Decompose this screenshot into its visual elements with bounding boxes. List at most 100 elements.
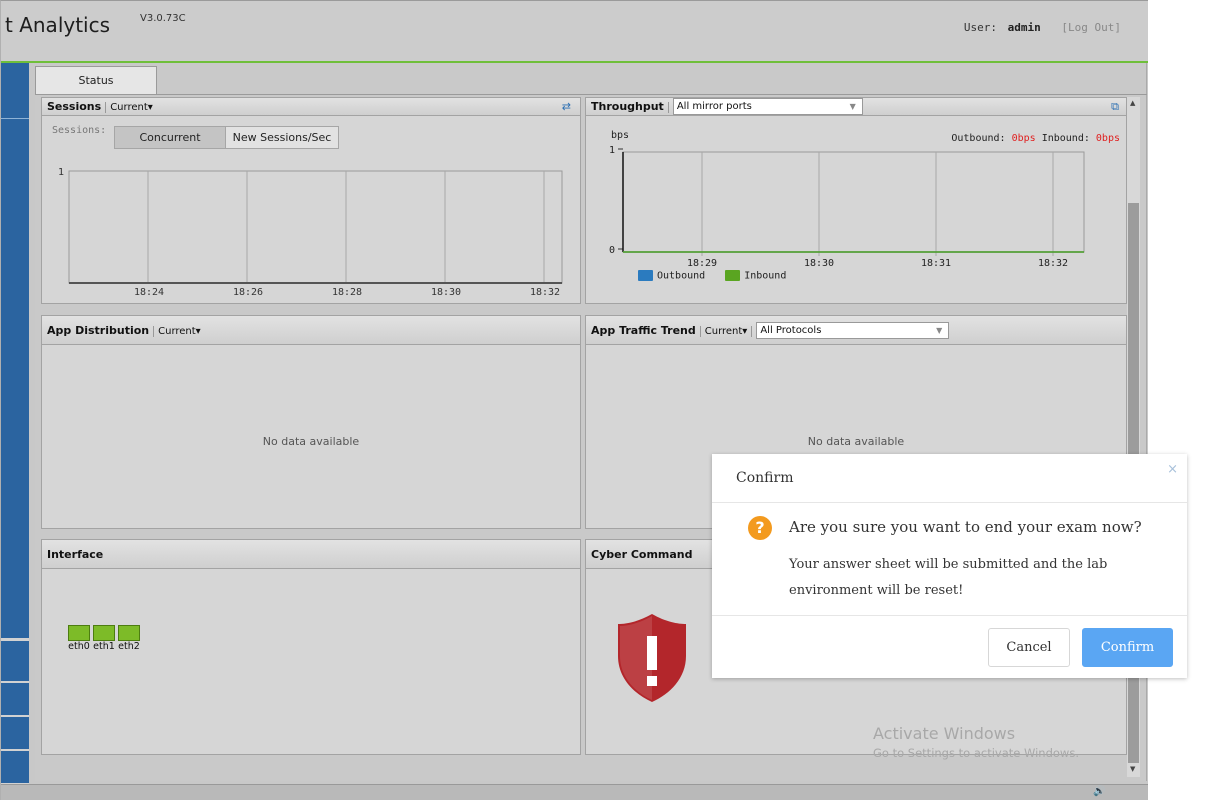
ethernet-port-icon — [118, 625, 140, 641]
sessions-period-dropdown[interactable]: Current▾ — [110, 102, 153, 113]
speaker-icon[interactable]: 🔊 — [1093, 786, 1105, 797]
throughput-chart: bps 1 0 18:29 18:30 18:31 18:32 — [609, 130, 1085, 269]
separator — [105, 101, 107, 113]
app-traffic-header: App Traffic Trend Current▾ All Protocols ▼ — [586, 316, 1126, 345]
sessions-panel: Sessions Current▾ ⇄ Sessions: Concurrent … — [41, 97, 581, 304]
ethernet-port-icon — [93, 625, 115, 641]
chevron-down-icon: ▼ — [936, 326, 943, 335]
dialog-detail: Your answer sheet will be submitted and … — [789, 557, 1108, 598]
interface-ports: eth0 eth1 eth2 — [67, 625, 141, 652]
tab-strip-divider — [35, 94, 1147, 95]
dialog-divider — [712, 615, 1187, 616]
y-tick-label: 1 — [58, 167, 64, 178]
windows-activation-watermark: Activate Windows Go to Settings to activ… — [873, 724, 1079, 760]
dialog-title: Confirm — [736, 470, 794, 486]
sessions-chart: 18:24 18:26 18:28 18:30 18:32 1 — [58, 167, 563, 298]
panel-title: Interface — [47, 548, 104, 561]
warning-shield-icon — [618, 614, 686, 702]
app-window: t Analytics V3.0.73C User: admin [Log Ou… — [0, 0, 1148, 800]
protocol-select[interactable]: All Protocols ▼ — [756, 322, 950, 339]
sidebar-item[interactable] — [1, 751, 29, 783]
new-sessions-toggle[interactable]: New Sessions/Sec — [225, 126, 339, 149]
throughput-legend: Outbound Inbound — [638, 270, 786, 282]
x-tick-label: 18:31 — [921, 258, 951, 269]
panel-title: Throughput — [591, 100, 664, 113]
scroll-down-icon[interactable]: ▼ — [1130, 765, 1135, 773]
legend-label-outbound: Outbound — [657, 270, 706, 282]
port-label: eth0 — [68, 641, 90, 652]
refresh-icon[interactable]: ⇄ — [562, 98, 571, 115]
close-icon[interactable]: × — [1167, 462, 1178, 477]
throughput-panel-header: Throughput All mirror ports ▼ ⧉ — [586, 98, 1126, 116]
empty-state-text: No data available — [262, 435, 360, 448]
confirm-button[interactable]: Confirm — [1082, 628, 1173, 667]
logout-link[interactable]: [Log Out] — [1061, 21, 1121, 34]
sidebar-nav-panel[interactable] — [1, 63, 29, 638]
y-axis-label: bps — [611, 130, 629, 141]
tab-status[interactable]: Status — [35, 66, 157, 95]
dialog-divider — [712, 502, 1187, 503]
legend-label-inbound: Inbound — [744, 270, 787, 282]
y-tick-label: 0 — [609, 245, 615, 256]
separator — [699, 325, 701, 337]
x-tick-label: 18:30 — [804, 258, 834, 269]
x-tick-label: 18:28 — [332, 287, 362, 298]
interface-panel: Interface eth0 eth1 eth2 — [41, 539, 581, 755]
port-eth1[interactable]: eth1 — [92, 625, 116, 652]
sidebar-item[interactable] — [1, 717, 29, 749]
separator — [153, 325, 155, 337]
legend-swatch-inbound — [725, 270, 741, 281]
throughput-panel: Throughput All mirror ports ▼ ⧉ Outbound: … — [585, 97, 1127, 304]
header: t Analytics V3.0.73C User: admin [Log Ou… — [1, 1, 1148, 63]
cancel-button[interactable]: Cancel — [988, 628, 1070, 667]
separator — [751, 325, 753, 337]
sessions-panel-header: Sessions Current▾ ⇄ — [42, 98, 580, 116]
app-version: V3.0.73C — [140, 13, 186, 24]
port-label: eth1 — [93, 641, 115, 652]
separator — [667, 101, 669, 113]
dialog-message: Are you sure you want to end your exam n… — [789, 518, 1142, 536]
watermark-subtitle: Go to Settings to activate Windows. — [873, 746, 1079, 760]
app-title: t Analytics — [5, 13, 111, 37]
bottom-status-bar: 🔊 — [1, 784, 1148, 800]
x-tick-label: 18:32 — [1038, 258, 1068, 269]
ethernet-port-icon — [68, 625, 90, 641]
panel-title: App Traffic Trend — [591, 324, 696, 337]
app-distribution-header: App Distribution Current▾ — [42, 316, 580, 345]
user-area: User: admin [Log Out] — [964, 21, 1121, 34]
port-label: eth2 — [118, 641, 140, 652]
sidebar-item[interactable] — [1, 641, 29, 681]
user-name: admin — [1007, 21, 1041, 34]
x-tick-label: 18:29 — [687, 258, 717, 269]
app-traffic-period-dropdown[interactable]: Current▾ — [705, 326, 748, 337]
app-distribution-period-dropdown[interactable]: Current▾ — [158, 326, 201, 337]
sidebar-item[interactable] — [1, 683, 29, 715]
protocol-select-value: All Protocols — [760, 325, 822, 336]
panel-title: App Distribution — [47, 324, 150, 337]
interface-header: Interface — [42, 540, 580, 569]
x-tick-label: 18:26 — [233, 287, 263, 298]
left-sidebar — [1, 63, 29, 800]
panel-title: Sessions — [47, 100, 102, 113]
question-icon: ? — [748, 516, 772, 540]
sidebar-divider — [1, 118, 29, 119]
x-tick-label: 18:32 — [530, 287, 560, 298]
empty-state-text: No data available — [807, 435, 905, 448]
watermark-title: Activate Windows — [873, 724, 1016, 743]
port-eth2[interactable]: eth2 — [117, 625, 141, 652]
panel-title: Cyber Command — [591, 548, 693, 561]
plot-area — [68, 170, 563, 284]
plot-area — [622, 151, 1085, 253]
mirror-port-select[interactable]: All mirror ports ▼ — [672, 98, 863, 115]
concurrent-toggle[interactable]: Concurrent — [114, 126, 226, 149]
chevron-down-icon: ▼ — [849, 102, 856, 111]
port-eth0[interactable]: eth0 — [67, 625, 91, 652]
screen-margin — [1148, 0, 1209, 800]
user-label: User: — [963, 21, 998, 34]
confirm-dialog: Confirm × ? Are you sure you want to end… — [712, 454, 1187, 678]
x-tick-label: 18:24 — [134, 287, 164, 298]
maximize-icon[interactable]: ⧉ — [1111, 98, 1119, 115]
y-tick-label: 1 — [609, 145, 615, 156]
scroll-up-icon[interactable]: ▲ — [1130, 99, 1135, 107]
legend-swatch-outbound — [638, 270, 653, 281]
